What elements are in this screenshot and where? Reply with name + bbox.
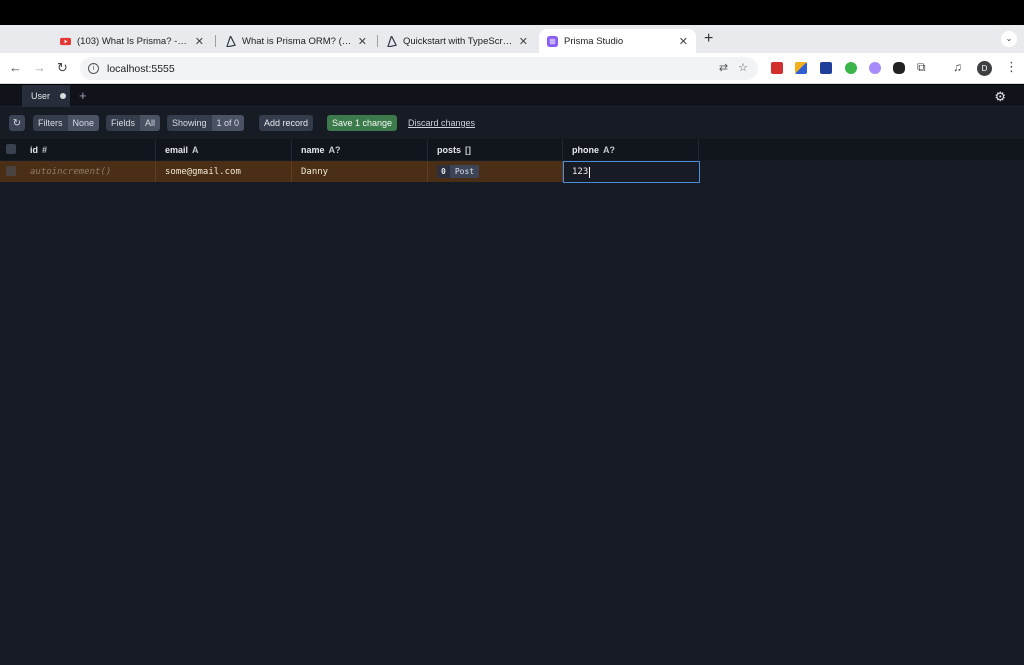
extension-green-icon[interactable] (845, 62, 857, 74)
prisma-icon (226, 35, 236, 47)
add-record-button[interactable]: Add record (259, 115, 314, 131)
tab-title: (103) What Is Prisma? - YouTube (77, 35, 189, 47)
column-type: A? (328, 144, 341, 155)
site-info-icon[interactable]: i (88, 63, 99, 74)
translate-icon[interactable]: ⇄ (719, 61, 728, 74)
column-type: [] (465, 144, 472, 155)
address-bar[interactable]: i localhost:5555 ⇄ ☆ (80, 57, 758, 80)
refresh-button[interactable]: ↻ (9, 115, 25, 131)
prisma-studio-icon (547, 35, 558, 47)
cell-phone-editor[interactable]: 123 (563, 161, 700, 183)
showing-label: Showing (172, 118, 207, 128)
model-tab-label: User (31, 91, 51, 101)
cell-id[interactable]: autoincrement() (21, 161, 156, 182)
column-name: id (30, 144, 38, 155)
model-tab-bar: User + ⚙ (0, 85, 1024, 107)
extension-purple-icon[interactable] (869, 62, 881, 74)
column-name: phone (572, 144, 599, 155)
row-checkbox[interactable] (6, 166, 16, 176)
browser-tab-strip: (103) What Is Prisma? - YouTube ✕ What i… (0, 25, 1024, 53)
phone-input-value: 123 (572, 167, 589, 177)
table-toolbar: ↻ Filters None Fields All Showing 1 of 0… (0, 107, 1024, 138)
browser-tab-youtube[interactable]: (103) What Is Prisma? - YouTube ✕ (52, 29, 212, 53)
discard-changes-link[interactable]: Discard changes (408, 115, 475, 131)
posts-relation-badge[interactable]: 0 Post (437, 165, 480, 178)
column-header-name[interactable]: name A? (292, 139, 428, 160)
tab-title: What is Prisma ORM? (Overview) (242, 35, 352, 47)
unsaved-dot-icon (60, 93, 67, 99)
browser-menu-icon[interactable]: ⋮ (1005, 59, 1018, 75)
column-header-phone[interactable]: phone A? (563, 139, 699, 160)
table-row[interactable]: autoincrement() some@gmail.com Danny 0 P… (0, 161, 700, 183)
refresh-icon: ↻ (12, 117, 22, 129)
column-name: name (301, 144, 325, 155)
posts-count: 0 (437, 165, 450, 178)
table-header: id # email A name A? posts[] phone A? (0, 139, 1024, 160)
showing-value: 1 of 0 (211, 115, 245, 131)
url-text: localhost:5555 (107, 62, 175, 75)
showing-button[interactable]: Showing 1 of 0 (167, 115, 245, 131)
youtube-icon (60, 37, 71, 45)
profile-avatar[interactable]: D (977, 61, 992, 76)
column-header-posts[interactable]: posts[] (428, 139, 563, 160)
fields-value: All (140, 115, 161, 131)
reload-icon[interactable]: ↻ (57, 60, 68, 76)
browser-tab-quickstart[interactable]: Quickstart with TypeScript & SQLite ✕ (378, 29, 536, 53)
extension-red-icon[interactable] (771, 62, 783, 74)
cell-posts[interactable]: 0 Post (428, 161, 563, 182)
extensions-puzzle-icon[interactable]: ⧉ (917, 59, 926, 75)
screen-top-bar (0, 0, 1024, 25)
prisma-icon (387, 35, 397, 47)
column-type: A (192, 144, 199, 155)
text-caret (589, 166, 591, 178)
filters-button[interactable]: Filters None (33, 115, 100, 131)
browser-tab-prisma-overview[interactable]: What is Prisma ORM? (Overview) ✕ (217, 29, 375, 53)
column-name: posts (437, 144, 462, 155)
fields-button[interactable]: Fields All (106, 115, 161, 131)
back-arrow-icon[interactable]: ← (9, 60, 22, 76)
records-table: id # email A name A? posts[] phone A? autoin… (0, 139, 1024, 183)
media-controls-icon[interactable]: ♫ (953, 59, 962, 75)
filters-label: Filters (38, 118, 63, 128)
close-tab-icon[interactable]: ✕ (519, 35, 528, 48)
column-type: # (42, 144, 48, 155)
tab-title: Quickstart with TypeScript & SQLite (403, 35, 513, 47)
close-tab-icon[interactable]: ✕ (195, 35, 204, 48)
close-tab-icon[interactable]: ✕ (679, 35, 688, 48)
extension-blue-icon[interactable] (820, 62, 832, 74)
posts-label: Post (454, 167, 475, 176)
extension-colorful-icon[interactable] (795, 62, 807, 74)
extension-bear-icon[interactable] (893, 62, 905, 74)
bookmark-star-icon[interactable]: ☆ (738, 61, 748, 74)
cell-email[interactable]: some@gmail.com (156, 161, 292, 182)
prisma-studio-app: User + ⚙ ↻ Filters None Fields All Showi… (0, 85, 1024, 665)
column-name: email (165, 144, 189, 155)
new-tab-button[interactable]: + (704, 29, 713, 49)
select-all-checkbox[interactable] (6, 144, 16, 154)
tab-title: Prisma Studio (564, 35, 624, 47)
column-type: A? (603, 144, 615, 155)
filters-value: None (67, 115, 100, 131)
column-header-email[interactable]: email A (156, 139, 292, 160)
add-model-tab-button[interactable]: + (79, 88, 87, 103)
browser-tab-prisma-studio[interactable]: Prisma Studio ✕ (539, 29, 696, 53)
cell-name[interactable]: Danny (292, 161, 428, 182)
save-changes-button[interactable]: Save 1 change (327, 115, 398, 131)
column-header-id[interactable]: id # (21, 139, 156, 160)
tab-search-chevron-icon[interactable]: ⌄ (1001, 31, 1017, 47)
browser-toolbar: ← → ↻ i localhost:5555 ⇄ ☆ ⧉ ♫ D ⋮ (0, 53, 1024, 84)
close-tab-icon[interactable]: ✕ (358, 35, 367, 48)
settings-gear-icon[interactable]: ⚙ (994, 89, 1006, 105)
model-tab-user[interactable]: User (22, 85, 70, 107)
fields-label: Fields (111, 118, 136, 128)
forward-arrow-icon[interactable]: → (33, 60, 46, 76)
